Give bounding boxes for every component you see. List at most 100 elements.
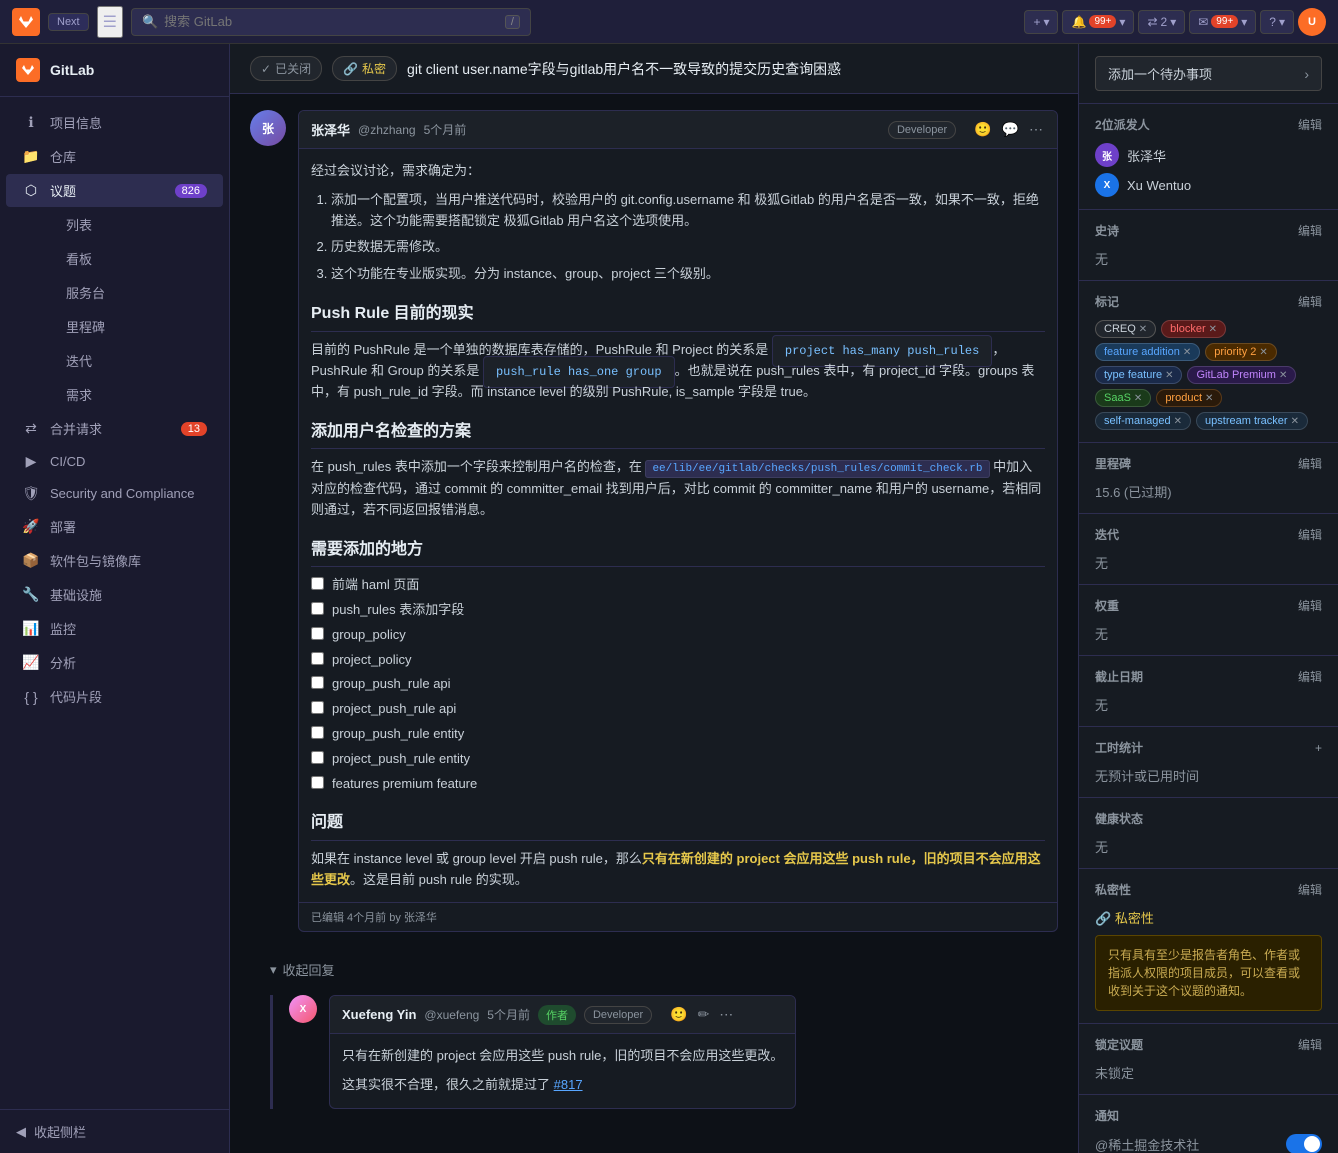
label-self-managed[interactable]: self-managed ✕: [1095, 412, 1191, 430]
checkbox[interactable]: [311, 627, 324, 640]
next-button[interactable]: Next: [48, 13, 89, 31]
label-remove-icon[interactable]: ✕: [1259, 347, 1267, 358]
sidebar-item-cicd[interactable]: ▶ CI/CD: [6, 446, 223, 477]
more-button[interactable]: ⋯: [1027, 119, 1045, 140]
iteration-edit-button[interactable]: 编辑: [1298, 526, 1322, 543]
issues-badge: 826: [175, 184, 207, 198]
label-remove-icon[interactable]: ✕: [1205, 393, 1213, 404]
user-avatar[interactable]: U: [1298, 8, 1326, 36]
privacy-value: 🔗 私密性: [1095, 911, 1154, 926]
bell-icon: 🔔: [1071, 15, 1086, 29]
label-feature-addition[interactable]: feature addition ✕: [1095, 343, 1200, 361]
due-date-edit-button[interactable]: 编辑: [1298, 668, 1322, 685]
todos-button[interactable]: ✉ 99+ ▾: [1189, 10, 1256, 34]
checkbox[interactable]: [311, 577, 324, 590]
sidebar-item-infrastructure[interactable]: 🔧 基础设施: [6, 578, 223, 611]
epic-edit-button[interactable]: 编辑: [1298, 222, 1322, 239]
lock-icon: 🔗: [343, 62, 358, 76]
sub-author: Xuefeng Yin: [342, 1007, 416, 1022]
search-bar[interactable]: 🔍 /: [131, 8, 531, 36]
sidebar-item-iterations[interactable]: 迭代: [50, 344, 223, 377]
label-saas[interactable]: SaaS ✕: [1095, 389, 1151, 407]
sub-emoji-button[interactable]: 🙂: [668, 1004, 689, 1025]
collapse-sidebar-button[interactable]: ◀ 收起侧栏: [0, 1109, 229, 1153]
checkbox[interactable]: [311, 751, 324, 764]
label-upstream-tracker[interactable]: upstream tracker ✕: [1196, 412, 1308, 430]
list-item: features premium feature: [311, 774, 1045, 795]
reply-button[interactable]: 💬: [1000, 119, 1021, 140]
notifications-button[interactable]: 🔔 99+ ▾: [1062, 10, 1134, 34]
checkbox[interactable]: [311, 676, 324, 689]
list-item: push_rules 表添加字段: [311, 600, 1045, 621]
checkbox[interactable]: [311, 776, 324, 789]
label-remove-icon[interactable]: ✕: [1291, 416, 1299, 427]
sidebar-item-project-info[interactable]: ℹ 项目信息: [6, 106, 223, 139]
label-remove-icon[interactable]: ✕: [1209, 324, 1217, 335]
checkbox-label: group_policy: [332, 625, 406, 646]
sidebar-item-list[interactable]: 列表: [50, 208, 223, 241]
notification-toggle[interactable]: [1286, 1134, 1322, 1153]
plus-menu-button[interactable]: + ▾: [1024, 10, 1058, 34]
sidebar-item-snippets[interactable]: { } 代码片段: [6, 680, 223, 713]
assignees-edit-button[interactable]: 编辑: [1298, 116, 1322, 133]
list-item: 历史数据无需修改。: [331, 237, 1045, 258]
time-stats-add-button[interactable]: +: [1315, 741, 1322, 755]
issue-reference-link[interactable]: #817: [554, 1077, 583, 1092]
sub-more-button[interactable]: ⋯: [717, 1004, 735, 1025]
checkbox[interactable]: [311, 652, 324, 665]
sub-username: @xuefeng: [424, 1008, 479, 1022]
sidebar-item-repository[interactable]: 📁 仓库: [6, 140, 223, 173]
checkbox[interactable]: [311, 701, 324, 714]
label-remove-icon[interactable]: ✕: [1134, 393, 1142, 404]
milestone-edit-button[interactable]: 编辑: [1298, 455, 1322, 472]
sidebar-item-board[interactable]: 看板: [50, 242, 223, 275]
label-gitlab-premium[interactable]: GitLab Premium ✕: [1187, 366, 1296, 384]
label-priority-2[interactable]: priority 2 ✕: [1205, 343, 1277, 361]
label-product[interactable]: product ✕: [1156, 389, 1222, 407]
sidebar-item-issues[interactable]: ⬡ 议题 826: [6, 174, 223, 207]
checkbox[interactable]: [311, 726, 324, 739]
sub-edit-button[interactable]: ✏: [696, 1004, 712, 1025]
weight-section: 权重 编辑 无: [1079, 585, 1338, 656]
weight-edit-button[interactable]: 编辑: [1298, 597, 1322, 614]
merge-icon: ⇄: [1147, 15, 1157, 29]
sidebar-item-packages[interactable]: 📦 软件包与镜像库: [6, 544, 223, 577]
sidebar-item-service-desk[interactable]: 服务台: [50, 276, 223, 309]
sidebar-item-merge-requests[interactable]: ⇄ 合并请求 13: [6, 412, 223, 445]
sidebar-item-milestones[interactable]: 里程碑: [50, 310, 223, 343]
issue-header: ✓ 已关闭 🔗 私密 git client user.name字段与gitlab…: [230, 44, 1078, 94]
sidebar-item-monitoring[interactable]: 📊 监控: [6, 612, 223, 645]
label-remove-icon[interactable]: ✕: [1165, 370, 1173, 381]
gitlab-logo[interactable]: [12, 8, 40, 36]
label-blocker[interactable]: blocker ✕: [1161, 320, 1226, 338]
collapse-replies-button[interactable]: ▾ 收起回复: [250, 952, 355, 987]
label-remove-icon[interactable]: ✕: [1174, 416, 1182, 427]
privacy-edit-button[interactable]: 编辑: [1298, 881, 1322, 898]
label-creq[interactable]: CREQ ✕: [1095, 320, 1156, 338]
sidebar-item-analytics[interactable]: 📈 分析: [6, 646, 223, 679]
sidebar-item-security[interactable]: 🛡 Security and Compliance: [6, 478, 223, 509]
search-input[interactable]: [164, 14, 499, 29]
avatar: 张: [250, 110, 286, 146]
packages-icon: 📦: [22, 552, 40, 569]
checkbox-label: group_push_rule entity: [332, 724, 464, 745]
label-remove-icon[interactable]: ✕: [1139, 324, 1147, 335]
checkbox-label: project_policy: [332, 650, 412, 671]
checkbox-label: 前端 haml 页面: [332, 575, 419, 596]
checkbox[interactable]: [311, 602, 324, 615]
merge-requests-button[interactable]: ⇄ 2 ▾: [1138, 10, 1185, 34]
labels-edit-button[interactable]: 编辑: [1298, 293, 1322, 310]
emoji-button[interactable]: 🙂: [972, 119, 993, 140]
label-remove-icon[interactable]: ✕: [1279, 370, 1287, 381]
add-todo-button[interactable]: 添加一个待办事项 ›: [1095, 56, 1322, 91]
sidebar-item-deployments[interactable]: 🚀 部署: [6, 510, 223, 543]
label-remove-icon[interactable]: ✕: [1183, 347, 1191, 358]
hamburger-icon[interactable]: ☰: [97, 6, 123, 38]
sidebar-item-requirements[interactable]: 需求: [50, 378, 223, 411]
lock-edit-button[interactable]: 编辑: [1298, 1036, 1322, 1053]
help-button[interactable]: ? ▾: [1260, 10, 1294, 34]
iteration-title: 迭代: [1095, 526, 1119, 543]
lock-value: 未锁定: [1095, 1066, 1134, 1081]
privacy-notice: 只有具有至少是报告者角色、作者或指派人权限的项目成员，可以查看或收到关于这个议题…: [1095, 935, 1322, 1011]
label-type-feature[interactable]: type feature ✕: [1095, 366, 1182, 384]
